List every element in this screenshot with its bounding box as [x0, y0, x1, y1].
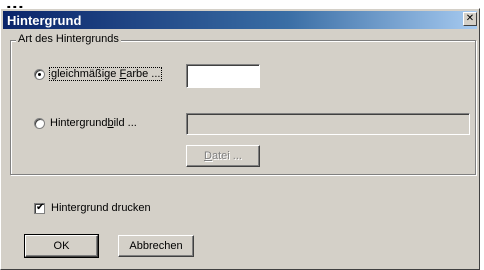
- image-path-field[interactable]: [186, 113, 470, 135]
- checkbox-icon[interactable]: ✔: [34, 202, 45, 214]
- close-icon[interactable]: ✕: [463, 12, 477, 26]
- color-swatch-field[interactable]: [186, 64, 260, 88]
- ok-button[interactable]: OK: [24, 234, 99, 258]
- radio-uniform-color[interactable]: gleichmäßige Farbe ...: [34, 67, 163, 81]
- radio-icon[interactable]: [34, 68, 45, 80]
- group-legend: Art des Hintergrunds: [16, 33, 121, 45]
- radio-background-image-label: Hintergrundbild ...: [50, 117, 137, 129]
- file-browse-button[interactable]: Datei ...: [186, 145, 260, 167]
- window-title: Hintergrund: [7, 13, 82, 28]
- print-background-checkbox[interactable]: ✔ Hintergrund drucken: [34, 202, 151, 214]
- radio-uniform-color-label: gleichmäßige Farbe ...: [48, 67, 163, 81]
- print-background-label: Hintergrund drucken: [51, 202, 151, 214]
- cancel-button[interactable]: Abbrechen: [118, 235, 194, 257]
- radio-background-image[interactable]: Hintergrundbild ...: [34, 117, 137, 129]
- titlebar: Hintergrund ✕: [3, 11, 477, 29]
- radio-icon[interactable]: [34, 117, 45, 129]
